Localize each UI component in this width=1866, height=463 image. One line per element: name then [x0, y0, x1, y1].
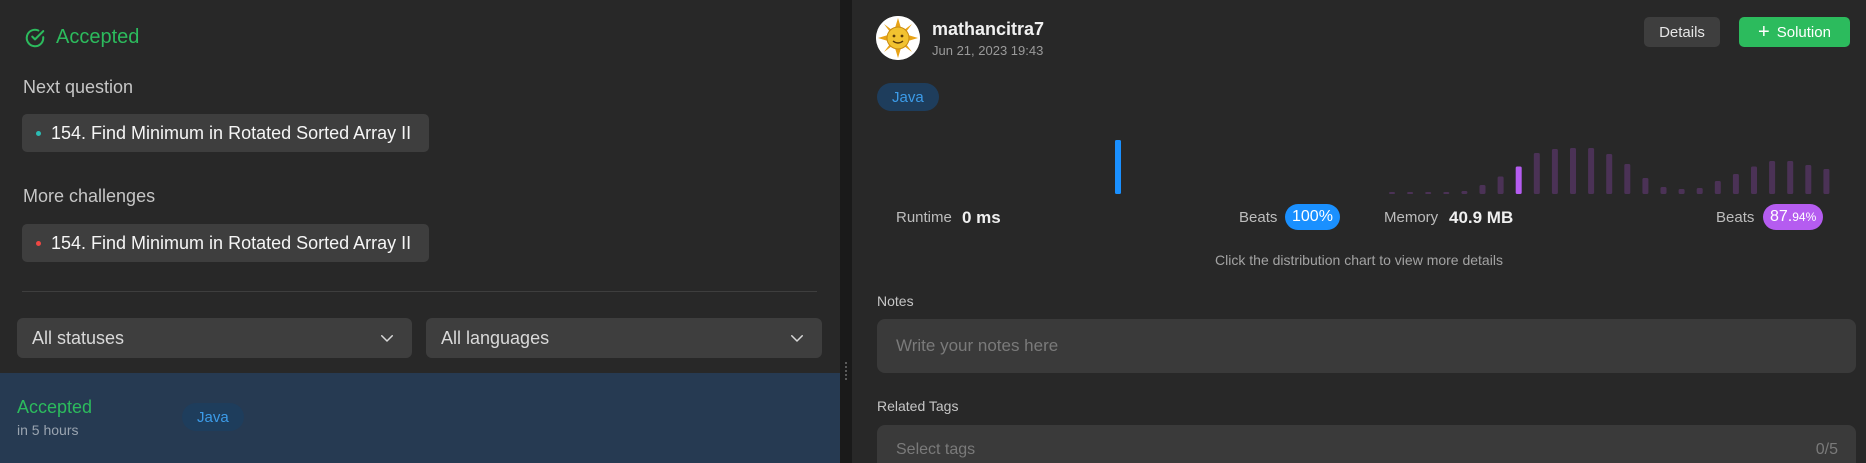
tags-select[interactable]: Select tags 0/5: [877, 425, 1856, 463]
memory-distribution-chart[interactable]: [1372, 110, 1842, 196]
memory-label: Memory: [1384, 209, 1439, 226]
notes-input[interactable]: [896, 319, 1836, 373]
runtime-distribution-bar: [1115, 140, 1121, 194]
panel-resize-handle[interactable]: [840, 0, 852, 463]
runtime-label: Runtime: [896, 209, 952, 226]
username[interactable]: mathancitra7: [932, 19, 1044, 40]
details-button[interactable]: Details: [1644, 17, 1720, 47]
memory-distribution-bar: [1624, 164, 1631, 194]
memory-distribution-bar: [1389, 192, 1395, 194]
related-tags-label: Related Tags: [877, 398, 959, 414]
accepted-status: Accepted: [24, 26, 139, 49]
memory-distribution-bar: [1425, 192, 1432, 194]
runtime-beats-badge: 100%: [1285, 204, 1340, 230]
post-solution-label: Solution: [1776, 23, 1831, 41]
submission-time: in 5 hours: [17, 422, 79, 438]
chevron-down-icon: [791, 335, 803, 342]
accepted-status-label: Accepted: [56, 26, 140, 48]
memory-distribution-bar: [1805, 165, 1812, 194]
memory-beats-label: Beats: [1716, 209, 1755, 226]
memory-value: 40.9 MB: [1449, 208, 1514, 227]
plus-icon: +: [1758, 21, 1770, 43]
submission-list-panel: Accepted Next question 154. Find Minimum…: [0, 0, 840, 463]
memory-distribution-bar: [1533, 153, 1540, 194]
memory-distribution-bar: [1407, 192, 1414, 194]
memory-distribution-bar: [1660, 187, 1667, 194]
tags-count: 0/5: [1815, 441, 1838, 458]
submission-timestamp: Jun 21, 2023 19:43: [932, 43, 1044, 58]
avatar[interactable]: [876, 16, 920, 60]
sun-avatar-icon: [876, 16, 920, 60]
language-filter-select[interactable]: All languages: [426, 318, 822, 358]
memory-distribution-bar: [1678, 189, 1685, 194]
memory-distribution-bar: [1443, 192, 1450, 194]
runtime-distribution-chart[interactable]: [872, 110, 1302, 196]
next-question-heading: Next question: [23, 77, 134, 97]
status-filter-value: All statuses: [32, 327, 125, 348]
memory-distribution-bar: [1570, 148, 1576, 194]
submission-detail-panel: mathancitra7 Jun 21, 2023 19:43 Details …: [852, 0, 1866, 463]
language-filter-value: All languages: [441, 327, 550, 348]
memory-distribution-bar: [1479, 185, 1486, 194]
memory-distribution-bar: [1551, 149, 1558, 194]
memory-distribution-bar: [1714, 181, 1721, 194]
memory-beats-main: 87.: [1770, 208, 1793, 225]
drag-grip-icon: [845, 362, 847, 380]
difficulty-dot-icon: [36, 240, 41, 246]
language-badge: Java: [877, 83, 939, 111]
tags-placeholder: Select tags: [896, 441, 976, 458]
notes-label: Notes: [877, 293, 914, 309]
status-filter-select[interactable]: All statuses: [17, 318, 412, 358]
notes-field[interactable]: [877, 319, 1856, 373]
memory-distribution-bar: [1787, 161, 1794, 194]
runtime-value: 0 ms: [962, 208, 1001, 227]
submission-language-badge: Java: [182, 403, 244, 431]
memory-distribution-bar: [1732, 174, 1739, 194]
memory-distribution-bar: [1823, 169, 1830, 194]
memory-distribution-bar: [1497, 176, 1504, 194]
submission-status: Accepted: [17, 397, 93, 417]
submission-row-selected[interactable]: Accepted in 5 hours Java: [0, 373, 840, 463]
memory-distribution-bar: [1696, 188, 1703, 194]
memory-distribution-bar: [1515, 166, 1522, 194]
more-challenge-link[interactable]: 154. Find Minimum in Rotated Sorted Arra…: [22, 224, 430, 262]
difficulty-dot-icon: [36, 130, 41, 136]
more-challenges-heading: More challenges: [23, 186, 156, 206]
memory-distribution-bar: [1606, 154, 1613, 194]
next-question-title: 154. Find Minimum in Rotated Sorted Arra…: [51, 122, 412, 143]
runtime-beats-value: 100%: [1292, 208, 1333, 225]
divider: [22, 291, 817, 292]
memory-distribution-bar: [1461, 191, 1468, 194]
memory-beats-fraction: 94%: [1792, 210, 1817, 224]
memory-distribution-bar: [1642, 178, 1649, 194]
memory-distribution-bar: [1588, 148, 1595, 194]
chevron-down-icon: [381, 335, 393, 342]
next-question-link[interactable]: 154. Find Minimum in Rotated Sorted Arra…: [22, 114, 430, 152]
more-challenge-title: 154. Find Minimum in Rotated Sorted Arra…: [51, 232, 412, 253]
check-circle-icon: [25, 28, 45, 47]
memory-distribution-bar: [1751, 166, 1757, 194]
memory-distribution-bar: [1769, 161, 1776, 194]
distribution-hint: Click the distribution chart to view mor…: [1215, 252, 1503, 268]
post-solution-button[interactable]: + Solution: [1739, 17, 1850, 47]
memory-beats-badge: 87. 94%: [1763, 204, 1824, 230]
runtime-beats-label: Beats: [1239, 209, 1278, 226]
